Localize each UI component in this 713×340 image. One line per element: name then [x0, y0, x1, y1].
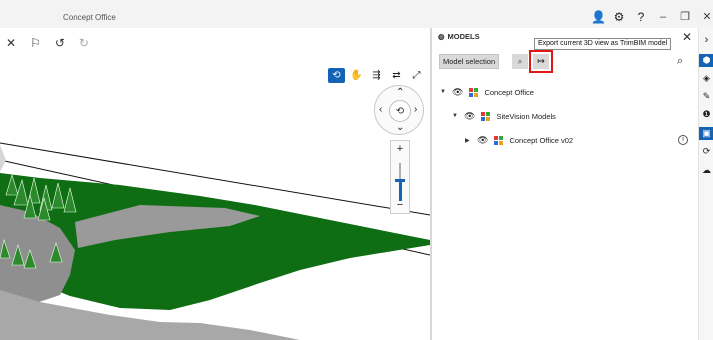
close-x-icon[interactable]: ✕ [6, 36, 16, 50]
models-icon: ◍ [438, 32, 445, 41]
search-icon[interactable]: ⌕ [677, 55, 683, 68]
visibility-eye-icon[interactable]: 👁 [477, 135, 488, 146]
zoom-in-icon[interactable]: + [391, 143, 409, 155]
tree-label: Concept Office v02 [509, 135, 574, 145]
user-icon[interactable]: 👤 [591, 11, 606, 23]
window-controls: 👤 ⚙ ? – ❐ ✕ [591, 11, 713, 23]
trimble-connect-logo-icon [494, 135, 504, 145]
swap-tool-icon[interactable]: ⇄ [388, 68, 405, 83]
window-title: Concept Office [63, 13, 116, 22]
help-icon[interactable]: ? [635, 11, 647, 23]
redo-icon[interactable]: ↻ [79, 36, 89, 50]
panel-close-icon[interactable]: ✕ [682, 30, 692, 44]
highlight-annotation [529, 50, 553, 73]
panel-toolbar: Model selection ⌕ ↦ ⌕ [432, 50, 698, 73]
trimble-connect-logo-icon [481, 111, 491, 121]
measure-rail-icon[interactable]: ✎ [699, 91, 713, 102]
models-panel: ◍ MODELS ✕ Model selection ⌕ ↦ ⌕ Export … [432, 28, 698, 340]
trimble-connect-logo-icon [469, 87, 479, 97]
visibility-eye-icon[interactable]: 👁 [464, 111, 475, 122]
expand-view-icon[interactable]: ⤢ [408, 68, 425, 83]
nav-center-orbit-icon[interactable]: ⟲ [389, 100, 411, 122]
walk-tool-icon[interactable]: ⇶ [368, 68, 385, 83]
history-rail-icon[interactable]: ⟳ [699, 146, 713, 157]
settings-gear-icon[interactable]: ⚙ [613, 11, 625, 23]
tree-item-concept-office[interactable]: ▼ 👁 Concept Office [440, 86, 534, 98]
model-selection-button[interactable]: Model selection [439, 54, 500, 69]
views-rail-icon[interactable]: ▣ [699, 127, 713, 140]
pan-tool-icon[interactable]: ✋ [348, 68, 365, 83]
collapse-arrow-icon[interactable]: ▼ [452, 113, 458, 119]
info-icon[interactable]: i [678, 135, 688, 145]
tree-label: Concept Office [484, 87, 534, 97]
visibility-eye-icon[interactable]: 👁 [452, 87, 463, 98]
panel-title: MODELS [447, 32, 480, 41]
right-rail: › ⬢ ◈ ✎ ❶ ▣ ⟳ ☁ [698, 28, 713, 340]
cloud-rail-icon[interactable]: ☁ [699, 165, 713, 176]
expand-arrow-icon[interactable]: ▶ [465, 137, 471, 144]
nav-left-icon[interactable]: ‹ [379, 104, 382, 115]
pin-icon[interactable]: ⚐ [30, 36, 41, 50]
zoom-out-icon[interactable]: − [391, 199, 409, 211]
view-tools: ⟲ ✋ ⇶ ⇄ ⤢ [328, 68, 425, 83]
clash-rail-icon[interactable]: ❶ [699, 109, 713, 120]
nav-down-icon[interactable]: ⌄ [396, 122, 404, 133]
zoom-slider[interactable]: + − [390, 140, 410, 214]
layers-rail-icon[interactable]: ◈ [699, 73, 713, 84]
collapse-rail-icon[interactable]: › [699, 34, 713, 46]
orbit-tool-icon[interactable]: ⟲ [328, 68, 345, 83]
nav-right-icon[interactable]: › [414, 104, 417, 115]
find-model-icon[interactable]: ⌕ [512, 54, 528, 69]
panel-header: ◍ MODELS [438, 32, 480, 41]
tree-item-concept-office-v02[interactable]: ▶ 👁 Concept Office v02 [465, 134, 573, 146]
foliage-edge [0, 145, 6, 172]
navigation-wheel[interactable]: ⌃ ⌄ ‹ › ⟲ [374, 85, 424, 135]
tree-label: SiteVision Models [496, 111, 556, 121]
collapse-arrow-icon[interactable]: ▼ [440, 89, 446, 95]
3d-scene [0, 142, 430, 340]
main-toolbar: ✕ ⚐ ↺ ↻ [0, 32, 89, 54]
title-bar: Concept Office 👤 ⚙ ? – ❐ ✕ [0, 0, 713, 28]
zoom-thumb-stem [399, 179, 402, 201]
restore-button[interactable]: ❐ [679, 12, 691, 23]
nav-up-icon[interactable]: ⌃ [396, 87, 404, 98]
models-rail-icon[interactable]: ⬢ [699, 54, 713, 67]
3d-viewport[interactable]: ⟲ ✋ ⇶ ⇄ ⤢ ⌃ ⌄ ‹ › ⟲ + − [0, 55, 430, 340]
undo-icon[interactable]: ↺ [55, 36, 65, 50]
close-window-button[interactable]: ✕ [701, 12, 713, 23]
tree-item-sitevision-models[interactable]: ▼ 👁 SiteVision Models [452, 110, 556, 122]
export-tooltip: Export current 3D view as TrimBIM model [534, 38, 672, 50]
minimize-button[interactable]: – [657, 12, 669, 23]
